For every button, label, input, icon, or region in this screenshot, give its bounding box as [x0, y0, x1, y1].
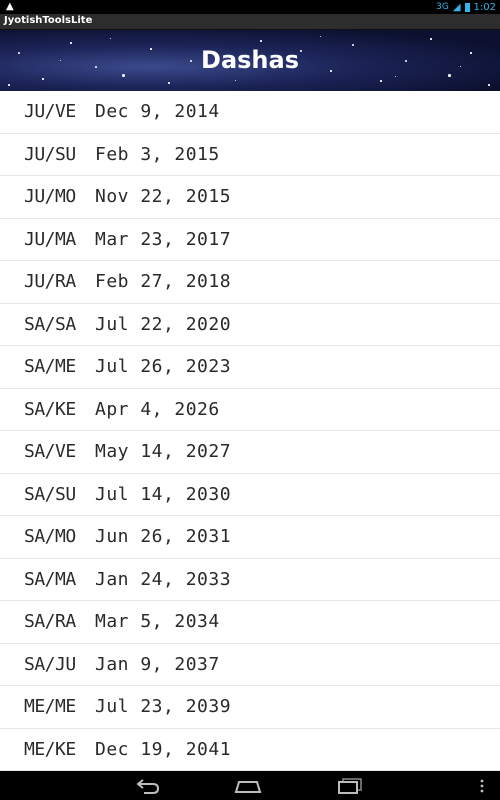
dasha-period: JU/SU — [24, 143, 76, 165]
page-title: Dashas — [201, 46, 299, 74]
back-icon — [136, 778, 160, 794]
dasha-period: JU/VE — [24, 101, 76, 123]
dasha-period: ME/KE — [24, 738, 76, 760]
back-button[interactable] — [118, 771, 178, 800]
recent-apps-icon — [338, 777, 362, 794]
dasha-start-date: Feb 27, 2018 — [95, 271, 232, 293]
dasha-period: SA/MO — [24, 526, 76, 548]
dasha-row[interactable]: SA/RA Mar 5, 2034 — [0, 601, 500, 644]
app-name: JyotishToolsLite — [4, 15, 93, 26]
dasha-list[interactable]: JU/VE Dec 9, 2014 JU/SU Feb 3, 2015 JU/MO Nov… — [0, 91, 500, 771]
dasha-start-date: Jul 14, 2030 — [95, 483, 232, 505]
dasha-period: JU/MA — [24, 228, 76, 250]
dasha-start-date: Jan 9, 2037 — [95, 653, 220, 675]
dasha-period: JU/MO — [24, 186, 76, 208]
overflow-menu-icon — [480, 779, 484, 792]
home-button[interactable] — [218, 771, 278, 800]
dasha-start-date: Apr 4, 2026 — [95, 398, 220, 420]
battery-icon — [464, 2, 470, 12]
dasha-row[interactable]: SA/JU Jan 9, 2037 — [0, 644, 500, 686]
dasha-period: SA/KE — [24, 398, 76, 420]
dasha-period: SA/SU — [24, 483, 76, 505]
dasha-start-date: Jul 22, 2020 — [95, 313, 232, 335]
dasha-start-date: Dec 9, 2014 — [95, 101, 220, 123]
dasha-start-date: Jul 23, 2039 — [95, 696, 232, 718]
status-bar: ▲ 3G ◢ 1:02 — [0, 0, 500, 14]
dasha-row[interactable]: SA/MA Jan 24, 2033 — [0, 559, 500, 601]
warning-icon: ▲ — [6, 1, 14, 12]
dasha-period: SA/ME — [24, 356, 76, 378]
recent-apps-button[interactable] — [320, 771, 380, 800]
dasha-start-date: Jul 26, 2023 — [95, 356, 232, 378]
dasha-row[interactable]: JU/VE Dec 9, 2014 — [0, 91, 500, 134]
dasha-period: SA/RA — [24, 611, 76, 633]
dasha-row[interactable]: SA/ME Jul 26, 2023 — [0, 346, 500, 389]
dasha-row[interactable]: SA/VE May 14, 2027 — [0, 431, 500, 474]
dasha-start-date: Dec 19, 2041 — [95, 738, 232, 760]
dasha-row[interactable]: JU/MO Nov 22, 2015 — [0, 176, 500, 219]
dasha-row[interactable]: JU/SU Feb 3, 2015 — [0, 134, 500, 176]
dasha-start-date: May 14, 2027 — [95, 441, 232, 463]
dasha-row[interactable]: SA/SU Jul 14, 2030 — [0, 474, 500, 516]
dasha-period: JU/RA — [24, 271, 76, 293]
dasha-row[interactable]: JU/MA Mar 23, 2017 — [0, 219, 500, 261]
overflow-menu-button[interactable] — [470, 771, 494, 800]
dasha-period: SA/MA — [24, 568, 76, 590]
dasha-row[interactable]: SA/SA Jul 22, 2020 — [0, 304, 500, 346]
signal-label: 3G — [436, 2, 449, 12]
dasha-row[interactable]: SA/MO Jun 26, 2031 — [0, 516, 500, 559]
dasha-period: SA/VE — [24, 441, 76, 463]
dasha-row[interactable]: ME/KE Dec 19, 2041 — [0, 729, 500, 771]
navigation-bar — [0, 771, 500, 800]
dasha-start-date: Nov 22, 2015 — [95, 186, 232, 208]
dasha-period: SA/JU — [24, 653, 76, 675]
status-indicators: 3G ◢ 1:02 — [436, 0, 496, 14]
dasha-row[interactable]: SA/KE Apr 4, 2026 — [0, 389, 500, 431]
dasha-row[interactable]: ME/ME Jul 23, 2039 — [0, 686, 500, 729]
dasha-start-date: Mar 5, 2034 — [95, 611, 220, 633]
dasha-period: ME/ME — [24, 696, 76, 718]
app-title-bar: JyotishToolsLite — [0, 14, 500, 30]
dasha-start-date: Jun 26, 2031 — [95, 526, 232, 548]
dasha-start-date: Mar 23, 2017 — [95, 228, 232, 250]
dasha-period: SA/SA — [24, 313, 76, 335]
dasha-start-date: Jan 24, 2033 — [95, 568, 232, 590]
signal-icon: ◢ — [452, 1, 461, 13]
dasha-row[interactable]: JU/RA Feb 27, 2018 — [0, 261, 500, 304]
dasha-start-date: Feb 3, 2015 — [95, 143, 220, 165]
header: Dashas — [0, 30, 500, 91]
clock: 1:02 — [473, 1, 496, 13]
home-icon — [234, 780, 262, 793]
